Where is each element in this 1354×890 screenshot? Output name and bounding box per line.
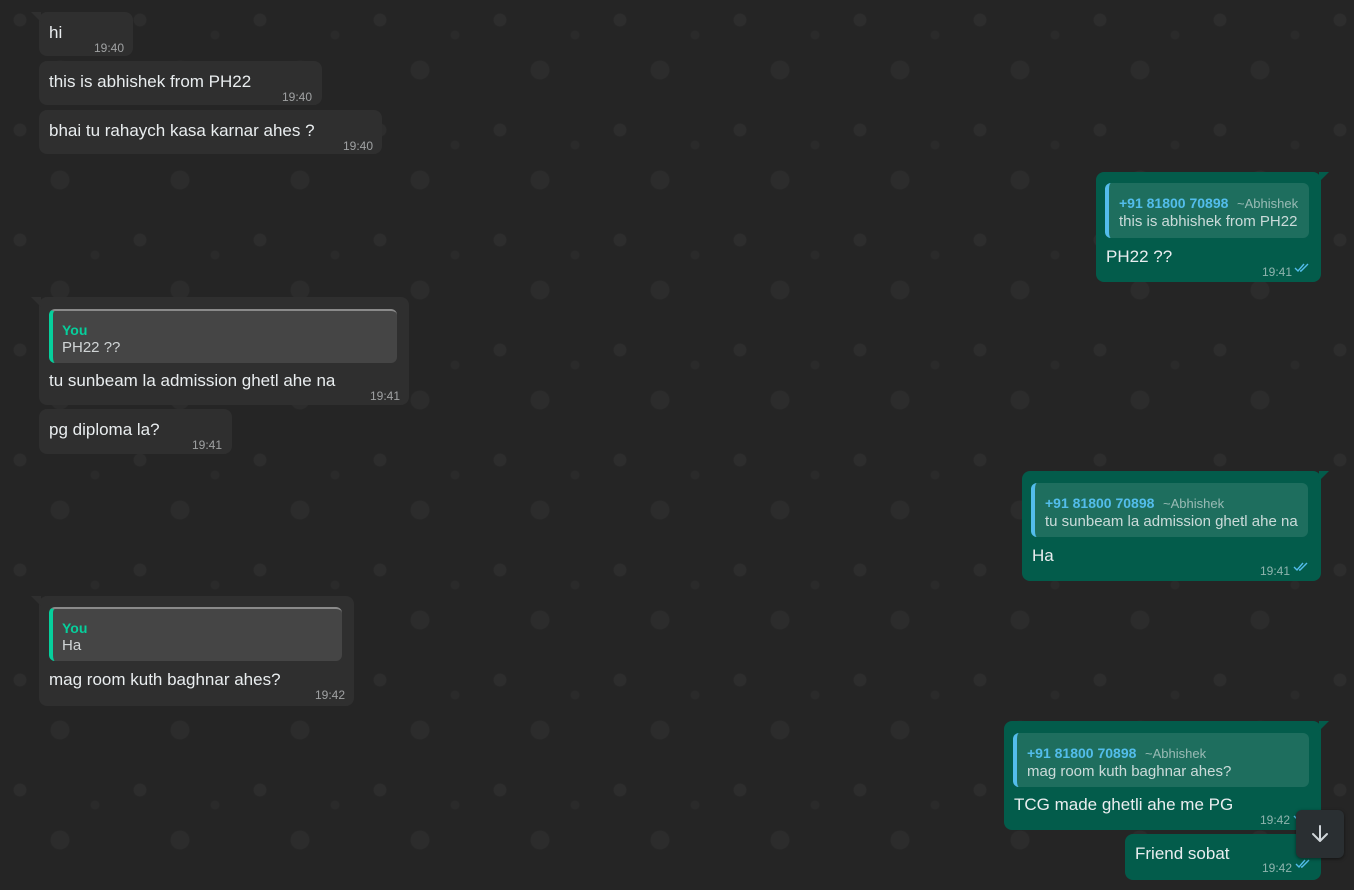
- message-time: 19:42: [1260, 813, 1291, 827]
- arrow-down-icon: [1312, 825, 1328, 842]
- message-text: Friend sobat: [1135, 844, 1230, 863]
- message-time: 19:40: [94, 41, 125, 55]
- message-time: 19:41: [370, 389, 401, 403]
- quoted-message[interactable]: +91 81800 70898 ~Abhishek tu sunbeam la …: [1031, 483, 1308, 537]
- message-text: pg diploma la?: [49, 420, 160, 439]
- quote-text: this is abhishek from PH22: [1119, 213, 1298, 230]
- incoming-message[interactable]: You PH22 ?? tu sunbeam la admission ghet…: [31, 297, 409, 405]
- message-text: bhai tu rahaych kasa karnar ahes ?: [49, 121, 315, 140]
- quote-text: Ha: [62, 637, 82, 654]
- message-time: 19:41: [192, 438, 223, 452]
- read-ticks-icon: [1294, 263, 1309, 273]
- message-text: this is abhishek from PH22: [49, 72, 252, 91]
- quoted-message[interactable]: +91 81800 70898 ~Abhishek mag room kuth …: [1013, 733, 1309, 787]
- message-time: 19:40: [282, 90, 313, 104]
- message-text: TCG made ghetli ahe me PG: [1014, 795, 1234, 814]
- incoming-message[interactable]: You Ha mag room kuth baghnar ahes? 19:42: [31, 596, 354, 706]
- quote-text: mag room kuth baghnar ahes?: [1027, 763, 1232, 780]
- incoming-message[interactable]: bhai tu rahaych kasa karnar ahes ? 19:40: [39, 110, 382, 154]
- message-text: tu sunbeam la admission ghetl ahe na: [49, 371, 336, 390]
- quote-text: tu sunbeam la admission ghetl ahe na: [1045, 513, 1298, 530]
- outgoing-message[interactable]: +91 81800 70898 ~Abhishek tu sunbeam la …: [1022, 471, 1329, 581]
- incoming-message[interactable]: hi 19:40: [31, 12, 133, 56]
- message-time: 19:41: [1260, 564, 1291, 578]
- message-text: hi: [49, 23, 63, 42]
- quoted-message[interactable]: You PH22 ??: [49, 309, 397, 363]
- outgoing-message[interactable]: +91 81800 70898 ~Abhishek this is abhish…: [1096, 172, 1329, 282]
- incoming-message[interactable]: this is abhishek from PH22 19:40: [39, 61, 322, 105]
- message-text: mag room kuth baghnar ahes?: [49, 670, 281, 689]
- message-time: 19:42: [315, 688, 346, 702]
- message-time: 19:41: [1262, 265, 1293, 279]
- incoming-message[interactable]: pg diploma la? 19:41: [39, 409, 232, 454]
- read-ticks-icon: [1293, 562, 1308, 572]
- quoted-message[interactable]: You Ha: [49, 607, 342, 661]
- read-ticks-icon: [1295, 859, 1310, 869]
- message-time: 19:42: [1262, 861, 1293, 875]
- message-time: 19:40: [343, 139, 374, 153]
- outgoing-message[interactable]: +91 81800 70898 ~Abhishek mag room kuth …: [1004, 721, 1329, 830]
- quoted-message[interactable]: +91 81800 70898 ~Abhishek this is abhish…: [1105, 183, 1309, 238]
- outgoing-message[interactable]: Friend sobat 19:42: [1125, 834, 1321, 880]
- scroll-to-bottom-button[interactable]: [1296, 810, 1344, 858]
- message-text: Ha: [1032, 546, 1054, 565]
- quote-text: PH22 ??: [62, 339, 121, 356]
- message-text: PH22 ??: [1106, 247, 1173, 266]
